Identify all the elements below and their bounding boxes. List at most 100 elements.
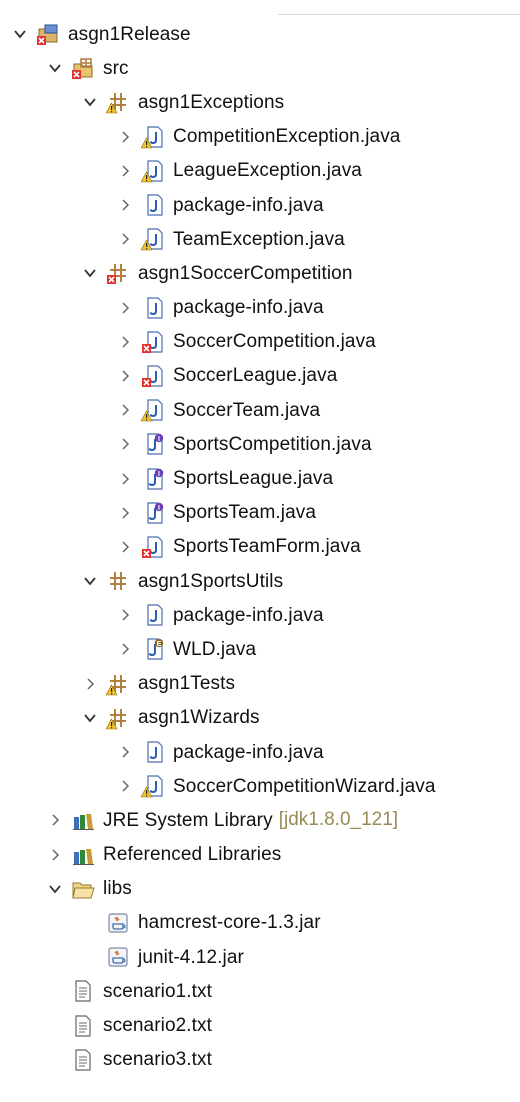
java-interface-icon: I <box>141 501 165 525</box>
tree-item-package-info-java[interactable]: package-info.java <box>0 291 520 325</box>
tree-item-libs[interactable]: libs <box>0 872 520 906</box>
tree-item-asgn1tests[interactable]: asgn1Tests <box>0 667 520 701</box>
chevron-down-icon[interactable] <box>80 263 100 283</box>
tree-item-label: junit-4.12.jar <box>138 946 244 968</box>
text-file-icon <box>71 1048 95 1072</box>
chevron-right-icon[interactable] <box>115 776 135 796</box>
tree-item-package-info-java[interactable]: package-info.java <box>0 188 520 222</box>
tree-item-label: package-info.java <box>173 194 324 216</box>
chevron-down-icon[interactable] <box>45 58 65 78</box>
java-file-icon <box>141 740 165 764</box>
library-icon <box>71 808 95 832</box>
chevron-down-icon[interactable] <box>45 879 65 899</box>
java-file-icon <box>141 125 165 149</box>
tree-item-soccerleague-java[interactable]: SoccerLeague.java <box>0 359 520 393</box>
chevron-right-icon[interactable] <box>115 161 135 181</box>
tree-item-label: libs <box>103 878 132 900</box>
java-file-icon <box>141 193 165 217</box>
tree-item-src[interactable]: src <box>0 51 520 85</box>
tree-item-label: SportsLeague.java <box>173 468 334 490</box>
tree-item-asgn1wizards[interactable]: asgn1Wizards <box>0 701 520 735</box>
tree-item-asgn1exceptions[interactable]: asgn1Exceptions <box>0 85 520 119</box>
chevron-right-icon[interactable] <box>115 434 135 454</box>
chevron-right-icon[interactable] <box>115 469 135 489</box>
chevron-right-icon[interactable] <box>115 366 135 386</box>
tree-item-label: asgn1SoccerCompetition <box>138 262 353 284</box>
tree-item-wld-java[interactable]: E WLD.java <box>0 632 520 666</box>
package-icon <box>106 90 130 114</box>
chevron-right-icon[interactable] <box>115 605 135 625</box>
chevron-down-icon[interactable] <box>80 571 100 591</box>
tree-item-leagueexception-java[interactable]: LeagueException.java <box>0 154 520 188</box>
chevron-down-icon[interactable] <box>80 92 100 112</box>
chevron-right-icon[interactable] <box>115 127 135 147</box>
tree-item-scenario1-txt[interactable]: scenario1.txt <box>0 974 520 1008</box>
tree-item-sportsteamform-java[interactable]: SportsTeamForm.java <box>0 530 520 564</box>
package-icon <box>106 261 130 285</box>
chevron-right-icon[interactable] <box>45 845 65 865</box>
chevron-right-icon[interactable] <box>115 639 135 659</box>
tree-item-jre-system-library[interactable]: JRE System Library [jdk1.8.0_121] <box>0 803 520 837</box>
chevron-right-icon[interactable] <box>115 400 135 420</box>
java-file-icon <box>141 535 165 559</box>
toggle-spacer <box>45 1016 65 1036</box>
tree-item-soccercompetitionwizard-java[interactable]: SoccerCompetitionWizard.java <box>0 769 520 803</box>
tree-item-label: SportsTeamForm.java <box>173 536 361 558</box>
chevron-right-icon[interactable] <box>115 332 135 352</box>
tree-item-scenario3-txt[interactable]: scenario3.txt <box>0 1043 520 1077</box>
project-icon <box>36 22 60 46</box>
tree-item-sportsleague-java[interactable]: I SportsLeague.java <box>0 461 520 495</box>
jar-icon <box>106 945 130 969</box>
tree-item-label: package-info.java <box>173 604 324 626</box>
tree-item-label: SoccerLeague.java <box>173 365 338 387</box>
tree-item-soccerteam-java[interactable]: SoccerTeam.java <box>0 393 520 427</box>
tree-item-referenced-libraries[interactable]: Referenced Libraries <box>0 838 520 872</box>
svg-text:I: I <box>158 436 160 443</box>
java-file-icon <box>141 330 165 354</box>
tree-item-soccercompetition-java[interactable]: SoccerCompetition.java <box>0 325 520 359</box>
tree-item-junit-4-12-jar[interactable]: junit-4.12.jar <box>0 940 520 974</box>
java-interface-icon: I <box>141 467 165 491</box>
chevron-right-icon[interactable] <box>115 195 135 215</box>
tree-item-asgn1sportsutils[interactable]: asgn1SportsUtils <box>0 564 520 598</box>
tree-item-competitionexception-java[interactable]: CompetitionException.java <box>0 120 520 154</box>
chevron-down-icon[interactable] <box>10 24 30 44</box>
folder-open-icon <box>71 877 95 901</box>
chevron-right-icon[interactable] <box>115 742 135 762</box>
tree-item-hamcrest-core-1-3-jar[interactable]: hamcrest-core-1.3.jar <box>0 906 520 940</box>
tree-item-label: hamcrest-core-1.3.jar <box>138 912 321 934</box>
chevron-right-icon[interactable] <box>45 810 65 830</box>
tree-item-asgn1release[interactable]: asgn1Release <box>0 17 520 51</box>
chevron-right-icon[interactable] <box>80 674 100 694</box>
tree-item-label: Referenced Libraries <box>103 844 282 866</box>
tree-item-sportscompetition-java[interactable]: I SportsCompetition.java <box>0 427 520 461</box>
tree-item-label: asgn1SportsUtils <box>138 570 284 592</box>
tree-item-sportsteam-java[interactable]: I SportsTeam.java <box>0 496 520 530</box>
java-enum-icon: E <box>141 637 165 661</box>
java-file-icon <box>141 296 165 320</box>
tree-item-label: CompetitionException.java <box>173 126 401 148</box>
jar-icon <box>106 911 130 935</box>
tree-item-label: LeagueException.java <box>173 160 362 182</box>
text-file-icon <box>71 979 95 1003</box>
chevron-right-icon[interactable] <box>115 298 135 318</box>
toggle-spacer <box>80 913 100 933</box>
tree-item-scenario2-txt[interactable]: scenario2.txt <box>0 1008 520 1042</box>
chevron-right-icon[interactable] <box>115 503 135 523</box>
chevron-right-icon[interactable] <box>115 537 135 557</box>
java-file-icon <box>141 398 165 422</box>
text-file-icon <box>71 1014 95 1038</box>
svg-text:E: E <box>157 641 162 648</box>
tree-item-package-info-java[interactable]: package-info.java <box>0 598 520 632</box>
chevron-right-icon[interactable] <box>115 229 135 249</box>
package-icon <box>106 706 130 730</box>
tree-item-label: SoccerCompetition.java <box>173 331 376 353</box>
tree-item-asgn1soccercompetition[interactable]: asgn1SoccerCompetition <box>0 256 520 290</box>
java-file-icon <box>141 159 165 183</box>
tree-item-package-info-java[interactable]: package-info.java <box>0 735 520 769</box>
package-explorer-tree: asgn1Release src asgn1Exceptions Competitio… <box>0 17 520 1077</box>
chevron-down-icon[interactable] <box>80 708 100 728</box>
library-icon <box>71 843 95 867</box>
tree-item-teamexception-java[interactable]: TeamException.java <box>0 222 520 256</box>
tree-item-label: TeamException.java <box>173 228 345 250</box>
